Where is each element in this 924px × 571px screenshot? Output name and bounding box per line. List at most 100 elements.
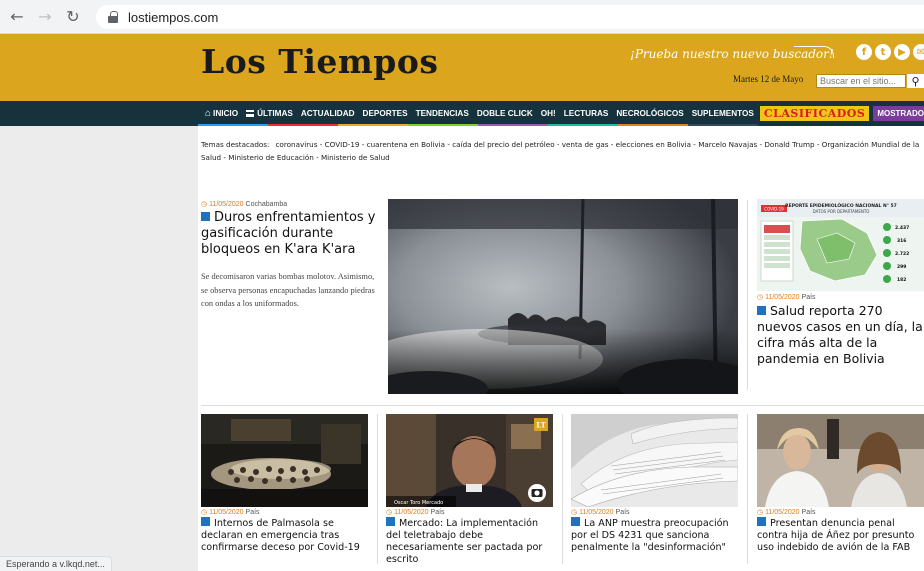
- promo-arrow-icon: [794, 46, 834, 58]
- main-story-title-text[interactable]: Duros enfrentamientos y gasificación dur…: [201, 210, 376, 257]
- section-divider: [201, 405, 924, 406]
- card-meta: ◷ 11/05/2020 País: [757, 508, 924, 516]
- clock-icon: ◷: [757, 509, 764, 516]
- featured-topics: Temas destacados: coronavirus - COVID-19 …: [201, 138, 924, 164]
- twitter-icon[interactable]: t: [875, 44, 891, 60]
- card-anez: ◷ 11/05/2020 País Presentan denuncia pen…: [757, 508, 924, 554]
- side-story-meta: ◷ 11/05/2020 País: [757, 293, 924, 301]
- infographic-value-3: 2.722: [895, 251, 909, 257]
- nav-necrologicos[interactable]: NECROLÓGICOS: [612, 109, 687, 118]
- nav-ultimas[interactable]: ÚLTIMAS: [242, 109, 297, 118]
- list-icon: [246, 110, 255, 117]
- social-links: f t ▶ ✉: [856, 44, 924, 60]
- nav-inicio[interactable]: ⌂ INICIO: [201, 108, 242, 119]
- card-section[interactable]: País: [802, 509, 816, 516]
- card-date: 11/05/2020: [394, 509, 429, 516]
- tear-gas-photo: [388, 199, 738, 394]
- card-mercado: ◷ 11/05/2020 País Mercado: La implementa…: [386, 508, 553, 566]
- card-section[interactable]: País: [246, 509, 260, 516]
- side-story-title[interactable]: Salud reporta 270 nuevos casos en un día…: [757, 303, 924, 367]
- site-header: Los Tiempos ¡Prueba nuestro nuevo buscad…: [198, 34, 924, 101]
- card-title[interactable]: La ANP muestra preocupación por el DS 42…: [571, 517, 738, 554]
- bullet-square-icon: [201, 517, 210, 526]
- nav-suplementos[interactable]: SUPLEMENTOS: [688, 109, 758, 118]
- nav-inicio-label: INICIO: [213, 109, 239, 118]
- infographic-value-2: 316: [897, 238, 906, 244]
- side-story: ◷ 11/05/2020 País Salud reporta 270 nuev…: [757, 293, 924, 367]
- clock-icon: ◷: [757, 294, 764, 301]
- nav-actualidad[interactable]: ACTUALIDAD: [297, 109, 359, 118]
- left-gutter-nav: [0, 101, 198, 126]
- site-search-input[interactable]: Buscar en el sitio...: [816, 74, 906, 88]
- card-anp: ◷ 11/05/2020 País La ANP muestra preocup…: [571, 508, 738, 554]
- clock-icon: ◷: [571, 509, 578, 516]
- card-date: 11/05/2020: [209, 509, 244, 516]
- side-story-section[interactable]: País: [802, 294, 816, 301]
- main-story: ◷ 11/05/2020 Cochabamba Duros enfrentami…: [201, 200, 379, 311]
- reload-icon[interactable]: ↻: [62, 6, 84, 28]
- forward-arrow-icon[interactable]: →: [34, 6, 56, 28]
- card-image-anp[interactable]: [571, 414, 738, 507]
- infographic-value-1: 2.437: [895, 225, 909, 231]
- palmasola-photo: [201, 414, 368, 507]
- main-story-title[interactable]: Duros enfrentamientos y gasificación dur…: [201, 210, 379, 258]
- infographic-value-4: 299: [897, 264, 906, 270]
- side-story-image[interactable]: COVID-19 REPORTE EPIDEMIOLÓGICO NACIONAL…: [757, 199, 924, 291]
- anez-photo: [757, 414, 924, 507]
- nav-mostrador[interactable]: MOSTRADOR: [873, 106, 924, 121]
- card-section[interactable]: País: [616, 509, 630, 516]
- card-meta: ◷ 11/05/2020 País: [201, 508, 368, 516]
- nav-color-strip: [198, 124, 758, 126]
- mercado-video-still: Oscar Toro Mercado LT: [386, 414, 553, 507]
- side-story-title-text[interactable]: Salud reporta 270 nuevos casos en un día…: [757, 303, 923, 366]
- card-title[interactable]: Mercado: La implementación del teletraba…: [386, 517, 553, 566]
- nav-lecturas[interactable]: LECTURAS: [560, 109, 613, 118]
- card-meta: ◷ 11/05/2020 País: [571, 508, 738, 516]
- topics-links[interactable]: coronavirus - COVID-19 - cuarentena en B…: [201, 140, 919, 162]
- covid-infographic: COVID-19 REPORTE EPIDEMIOLÓGICO NACIONAL…: [757, 199, 924, 291]
- nav-clasificados[interactable]: CLASIFICADOS: [759, 106, 870, 121]
- search-icon[interactable]: ⚲: [907, 74, 924, 88]
- side-story-date: 11/05/2020: [765, 294, 800, 301]
- infographic-title: REPORTE EPIDEMIOLÓGICO NACIONAL N° 57: [785, 202, 897, 209]
- column-divider: [747, 200, 748, 390]
- nav-doble-click[interactable]: DOBLE CLICK: [473, 109, 537, 118]
- nav-tendencias[interactable]: TENDENCIAS: [412, 109, 473, 118]
- browser-toolbar: ← → ↻ lostiempos.com: [0, 0, 924, 34]
- email-icon[interactable]: ✉: [913, 44, 924, 60]
- url-text[interactable]: lostiempos.com: [128, 10, 218, 25]
- site-logo[interactable]: Los Tiempos: [201, 42, 438, 81]
- card-title-text[interactable]: Mercado: La implementación del teletraba…: [386, 518, 542, 565]
- card-title-text[interactable]: Presentan denuncia penal contra hija de …: [757, 518, 914, 553]
- topics-label: Temas destacados:: [201, 140, 270, 149]
- back-arrow-icon[interactable]: ←: [6, 6, 28, 28]
- card-image-mercado[interactable]: Oscar Toro Mercado LT: [386, 414, 553, 507]
- main-story-date: 11/05/2020: [209, 201, 244, 208]
- card-palmasola: ◷ 11/05/2020 País Internos de Palmasola …: [201, 508, 368, 554]
- current-date: Martes 12 de Mayo: [733, 74, 804, 84]
- nav-oh[interactable]: OH!: [537, 109, 560, 118]
- clock-icon: ◷: [201, 509, 208, 516]
- bullet-square-icon: [201, 212, 210, 221]
- card-image-anez[interactable]: [757, 414, 924, 507]
- card-title-text[interactable]: Internos de Palmasola se declaran en eme…: [201, 518, 360, 553]
- card-image-palmasola[interactable]: [201, 414, 368, 507]
- card-section[interactable]: País: [431, 509, 445, 516]
- main-story-meta: ◷ 11/05/2020 Cochabamba: [201, 200, 379, 208]
- main-story-image[interactable]: [388, 199, 738, 394]
- facebook-icon[interactable]: f: [856, 44, 872, 60]
- card-divider: [747, 414, 748, 564]
- address-bar[interactable]: lostiempos.com: [96, 5, 924, 29]
- card-title[interactable]: Internos de Palmasola se declaran en eme…: [201, 517, 368, 554]
- bullet-square-icon: [386, 517, 395, 526]
- bullet-square-icon: [757, 517, 766, 526]
- youtube-icon[interactable]: ▶: [894, 44, 910, 60]
- browser-status-bar: Esperando a v.lkqd.net...: [0, 556, 112, 571]
- main-story-desc: Se decomisaron varias bombas molotov. As…: [201, 272, 375, 308]
- infographic-value-5: 182: [897, 277, 906, 283]
- card-title[interactable]: Presentan denuncia penal contra hija de …: [757, 517, 924, 554]
- nav-deportes[interactable]: DEPORTES: [359, 109, 412, 118]
- card-title-text[interactable]: La ANP muestra preocupación por el DS 42…: [571, 518, 729, 553]
- bullet-square-icon: [757, 306, 766, 315]
- main-story-section[interactable]: Cochabamba: [246, 201, 288, 208]
